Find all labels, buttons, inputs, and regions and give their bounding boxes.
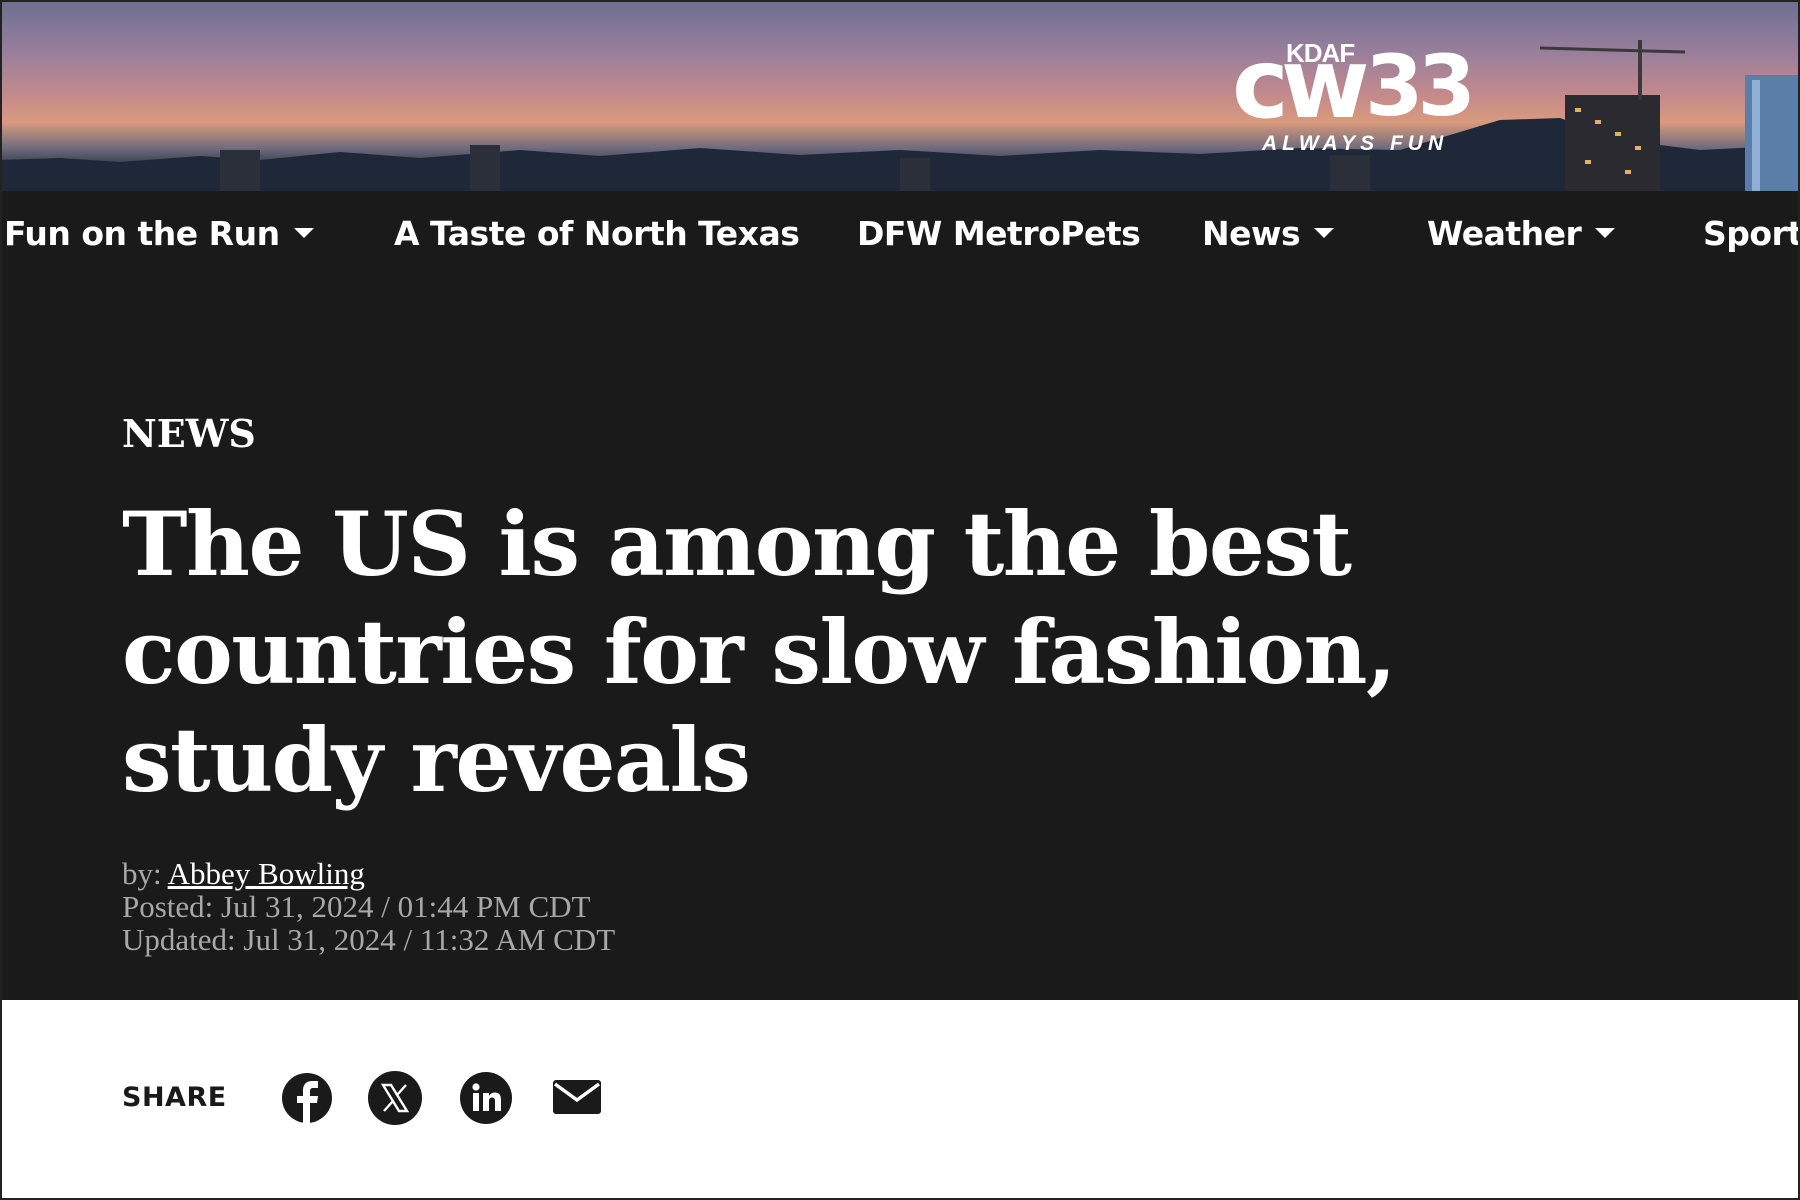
article-hero: NEWS The US is among the best countries …: [0, 277, 1800, 1000]
email-icon[interactable]: [549, 1070, 605, 1126]
logo-tagline: ALWAYS FUN: [1262, 132, 1449, 155]
nav-item-dfw-metropets[interactable]: DFW MetroPets: [857, 191, 1141, 277]
city-skyline-image: [0, 40, 1800, 191]
caret-down-icon: [1595, 227, 1616, 238]
byline-prefix: by:: [122, 856, 168, 891]
logo-kdaf-text: KDAF: [1286, 38, 1355, 68]
nav-item-label: News: [1202, 214, 1301, 253]
caret-down-icon: [293, 227, 314, 238]
nav-item-fun-on-the-run[interactable]: Fun on the Run: [4, 191, 314, 277]
header-banner: cw KDAF 33 ALWAYS FUN: [0, 0, 1800, 191]
nav-item-weather[interactable]: Weather: [1427, 191, 1616, 277]
linkedin-icon[interactable]: [458, 1070, 514, 1126]
nav-item-label: Sport: [1703, 214, 1800, 253]
nav-item-taste-of-north-texas[interactable]: A Taste of North Texas: [394, 191, 800, 277]
article-meta: by: Abbey Bowling Posted: Jul 31, 2024 /…: [122, 857, 615, 956]
logo-number: 33: [1365, 37, 1476, 135]
nav-item-label: Fun on the Run: [4, 214, 280, 253]
caret-down-icon: [1314, 227, 1335, 238]
x-icon[interactable]: [367, 1070, 423, 1126]
byline: by: Abbey Bowling: [122, 857, 615, 890]
nav-item-label: DFW MetroPets: [857, 214, 1141, 253]
article-headline: The US is among the best countries for s…: [122, 492, 1397, 812]
main-nav: Fun on the Run A Taste of North Texas DF…: [0, 191, 1800, 277]
nav-item-news[interactable]: News: [1202, 191, 1335, 277]
article-category[interactable]: NEWS: [122, 411, 256, 456]
nav-item-sport[interactable]: Sport: [1703, 191, 1800, 277]
updated-date: Updated: Jul 31, 2024 / 11:32 AM CDT: [122, 922, 616, 957]
nav-item-label: Weather: [1427, 214, 1582, 253]
author-link[interactable]: Abbey Bowling: [168, 856, 365, 891]
nav-item-label: A Taste of North Texas: [394, 214, 800, 253]
posted-date: Posted: Jul 31, 2024 / 01:44 PM CDT: [122, 889, 591, 924]
facebook-icon[interactable]: [279, 1070, 335, 1126]
cw33-logo[interactable]: cw KDAF 33 ALWAYS FUN: [1230, 36, 1490, 156]
share-label: SHARE: [122, 1082, 227, 1113]
